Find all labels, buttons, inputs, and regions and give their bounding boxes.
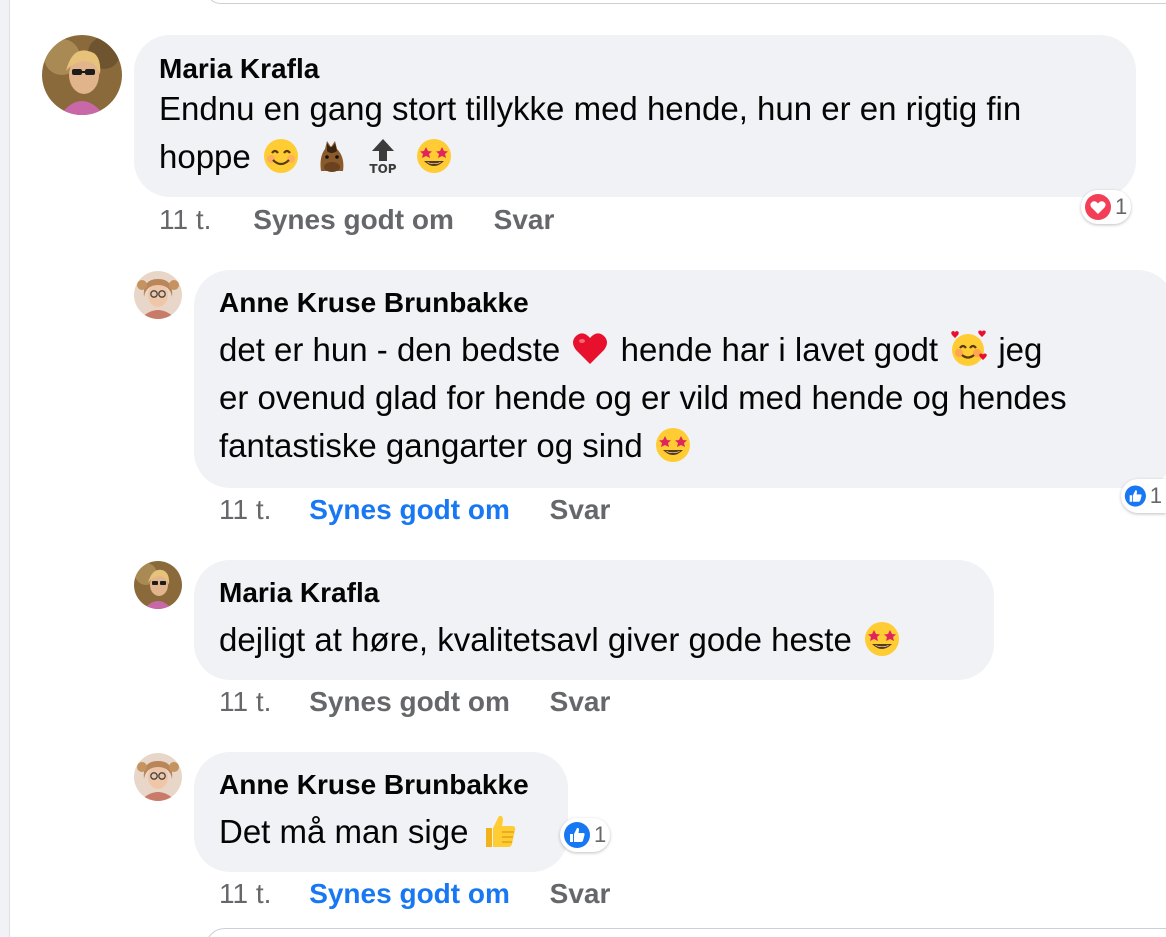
comment-actions: 11 t. Synes godt om Svar	[219, 878, 610, 910]
comment-text-part: Det må man sige	[219, 813, 469, 850]
star-struck-icon	[863, 620, 901, 658]
reply-button[interactable]: Svar	[550, 686, 611, 718]
like-button[interactable]: Synes godt om	[253, 204, 454, 236]
comment-time[interactable]: 11 t.	[219, 878, 271, 910]
smiling-face-with-hearts-icon	[949, 330, 987, 368]
previous-comment-box-edge	[205, 0, 1166, 4]
smiling-face-icon	[262, 137, 300, 175]
like-reaction-icon	[1124, 485, 1146, 507]
avatar[interactable]	[134, 561, 182, 609]
like-button[interactable]: Synes godt om	[309, 878, 510, 910]
comment-text-part: fantastiske gangarter og sind	[219, 427, 643, 464]
reaction-count: 1	[1115, 194, 1128, 219]
like-button[interactable]: Synes godt om	[309, 494, 510, 526]
heart-reaction-icon	[1085, 194, 1111, 220]
avatar[interactable]	[134, 271, 182, 319]
comment-text-part: hende har i lavet godt	[620, 331, 938, 368]
thumbs-up-icon	[480, 812, 518, 850]
reaction-summary[interactable]: 1	[1121, 479, 1166, 513]
comment-text-part: det er hun - den bedste	[219, 331, 561, 368]
reply-button[interactable]: Svar	[550, 878, 611, 910]
reaction-summary[interactable]: 1	[560, 818, 611, 852]
comment-time[interactable]: 11 t.	[219, 686, 271, 718]
like-reaction-icon	[564, 822, 590, 848]
comment-text-part: jeg	[998, 331, 1043, 368]
comment-time[interactable]: 11 t.	[219, 494, 271, 526]
avatar[interactable]	[42, 35, 122, 115]
comment-text: Endnu en gang stort tillykke med hende, …	[159, 85, 1129, 181]
comment-time[interactable]: 11 t.	[159, 204, 211, 236]
comment-author[interactable]: Maria Krafla	[159, 53, 319, 85]
comment-text-line-2: hoppe TOP	[159, 133, 1129, 181]
comment-author[interactable]: Anne Kruse Brunbakke	[219, 769, 529, 801]
comment-thread: Maria Krafla Endnu en gang stort tillykk…	[0, 0, 1166, 937]
reaction-count: 1	[1149, 483, 1162, 508]
reaction-count: 1	[594, 822, 607, 847]
comment-author[interactable]: Maria Krafla	[219, 577, 379, 609]
red-heart-icon	[571, 330, 609, 368]
comment-actions: 11 t. Synes godt om Svar	[219, 494, 610, 526]
comment-actions: 11 t. Synes godt om Svar	[159, 204, 554, 236]
comment-text: dejligt at høre, kvalitetsavl giver gode…	[219, 616, 989, 664]
svg-text:TOP: TOP	[370, 162, 397, 175]
comment-text: Det må man sige	[219, 808, 564, 856]
comment-text-line: det er hun - den bedste hende har i lave…	[219, 326, 1159, 374]
comment-actions: 11 t. Synes godt om Svar	[219, 686, 610, 718]
comment-text-line: er ovenud glad for hende og er vild med …	[219, 379, 1067, 416]
comment-text-line: Endnu en gang stort tillykke med hende, …	[159, 90, 1022, 127]
reaction-summary[interactable]: 1	[1081, 190, 1132, 224]
reply-button[interactable]: Svar	[550, 494, 611, 526]
comment-text-part: dejligt at høre, kvalitetsavl giver gode…	[219, 621, 852, 658]
comment-author[interactable]: Anne Kruse Brunbakke	[219, 287, 529, 319]
like-button[interactable]: Synes godt om	[309, 686, 510, 718]
reply-input-box-edge[interactable]	[205, 928, 1166, 937]
reply-button[interactable]: Svar	[494, 204, 555, 236]
comment-text: det er hun - den bedste hende har i lave…	[219, 326, 1159, 470]
comment-text-line: fantastiske gangarter og sind	[219, 422, 1159, 470]
top-arrow-icon: TOP	[364, 137, 402, 175]
horse-face-icon	[313, 137, 351, 175]
left-divider	[0, 0, 10, 937]
star-struck-icon	[654, 426, 692, 464]
avatar[interactable]	[134, 753, 182, 801]
star-struck-icon	[415, 137, 453, 175]
comment-text-word: hoppe	[159, 138, 251, 175]
